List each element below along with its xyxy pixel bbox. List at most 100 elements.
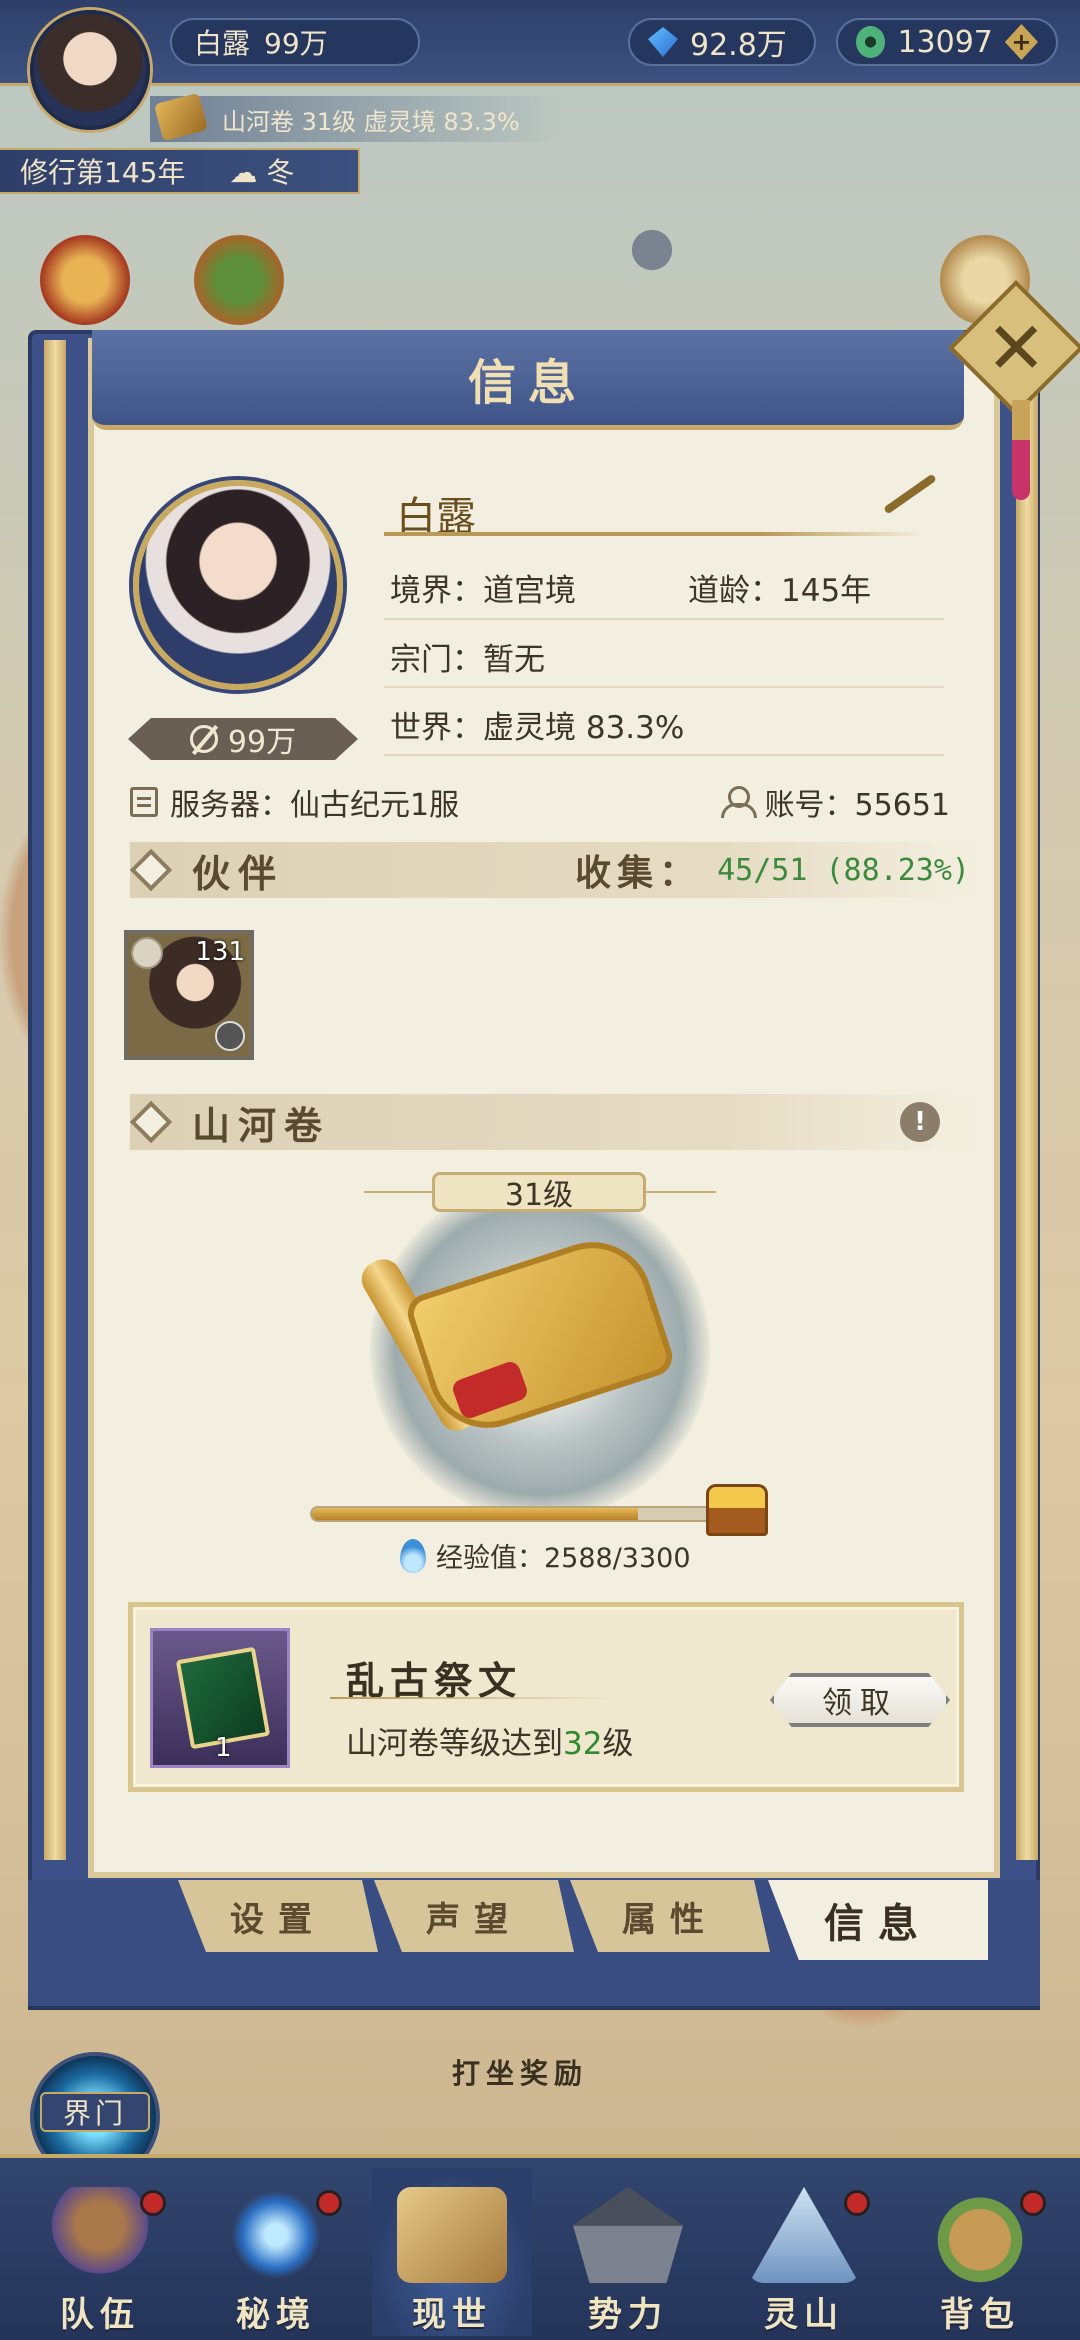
- realm-info: 境界：道宫境: [390, 565, 576, 610]
- server-account-row: 服务器：仙古纪元1服 账号：55651: [130, 780, 950, 824]
- jade-coin-icon: [856, 26, 886, 58]
- reward-desc-suffix: 级: [602, 1726, 634, 1762]
- portal-icon: [221, 2187, 331, 2283]
- partner-element-icon: [215, 1021, 245, 1051]
- gem-value: 92.8万: [690, 28, 787, 63]
- panel-header: 信息: [92, 330, 964, 430]
- account-info: 账号：55651: [719, 780, 950, 824]
- tab-settings[interactable]: 设置: [178, 1880, 378, 1952]
- info-alert-icon[interactable]: !: [900, 1102, 940, 1142]
- diamond-icon: [129, 848, 173, 892]
- notification-dot: [140, 2190, 166, 2216]
- exp-text: 经验值：2588/3300: [436, 1543, 691, 1574]
- reward-desc-level: 32: [563, 1726, 603, 1762]
- world-text: 世界：虚灵境 83.3%: [390, 710, 685, 746]
- server-info: 服务器：仙古纪元1服: [130, 780, 459, 824]
- sect-text: 宗门：暂无: [390, 642, 545, 678]
- server-list-icon: [130, 787, 158, 817]
- treasure-chest-icon[interactable]: [30, 230, 140, 330]
- realm-text: 境界：道宫境: [390, 573, 576, 609]
- nav-faction[interactable]: 势力: [548, 2168, 708, 2336]
- mountain-icon: [749, 2187, 859, 2283]
- notification-dot: [1020, 2190, 1046, 2216]
- power-value: 99万: [264, 27, 328, 60]
- cultivation-summary[interactable]: 山河卷 31级 虚灵境 83.3%: [150, 96, 570, 142]
- jade-resource[interactable]: 13097 +: [836, 18, 1058, 66]
- year-season-bar: 修行第145年 ☁ 冬: [0, 148, 360, 194]
- right-scroll-rod: [1016, 340, 1038, 1860]
- row-divider: [384, 686, 944, 688]
- reward-title-underline: [330, 1697, 620, 1699]
- partner-card[interactable]: 131: [124, 930, 254, 1060]
- level-tag-line: [646, 1191, 716, 1193]
- reward-desc-prefix: 山河卷等级达到: [346, 1726, 563, 1762]
- nav-backpack[interactable]: 背包: [900, 2168, 1060, 2336]
- name-underline: [384, 532, 924, 536]
- power-badge: 99万: [128, 718, 358, 760]
- tab-info[interactable]: 信息: [768, 1880, 988, 1960]
- notification-dot: [316, 2190, 342, 2216]
- partner-level: 131: [195, 937, 245, 967]
- scroll-title: 山河卷: [192, 1102, 331, 1148]
- account-icon: [719, 786, 757, 818]
- cultivation-summary-text: 山河卷 31级 虚灵境 83.3%: [222, 107, 520, 136]
- partners-title: 伙伴: [192, 850, 285, 896]
- server-text: 服务器：仙古纪元1服: [170, 788, 460, 823]
- gem-resource[interactable]: 92.8万: [628, 18, 816, 66]
- player-name: 白露: [194, 27, 251, 60]
- diamond-icon: [129, 1100, 173, 1144]
- nav-backpack-label: 背包: [940, 2295, 1020, 2335]
- tab-attributes[interactable]: 属性: [570, 1880, 770, 1952]
- scroll-section-header: 山河卷 !: [129, 1094, 980, 1150]
- exp-progress-bar: [310, 1506, 730, 1522]
- bag-icon: [925, 2187, 1035, 2283]
- profile-portrait: [133, 480, 343, 690]
- age-info: 道龄：145年: [688, 565, 871, 610]
- spirit-flame-icon: [400, 1538, 426, 1573]
- reward-item-slot[interactable]: 1: [150, 1628, 290, 1768]
- row-divider: [384, 618, 944, 620]
- nav-secret-realm-label: 秘境: [236, 2295, 316, 2335]
- cultivation-year: 修行第145年: [20, 156, 186, 189]
- gourd-icon[interactable]: [184, 230, 294, 330]
- nav-spirit-mountain[interactable]: 灵山: [724, 2168, 884, 2336]
- location-pin-icon[interactable]: [612, 210, 692, 290]
- jade-value: 13097: [897, 24, 993, 60]
- exp-progress-fill: [312, 1508, 639, 1520]
- nav-world-label: 现世: [412, 2295, 492, 2335]
- treasure-chest-icon[interactable]: [706, 1484, 768, 1536]
- player-avatar[interactable]: [30, 10, 150, 130]
- notification-dot: [844, 2190, 870, 2216]
- tassel-decoration: [1012, 400, 1030, 500]
- spirit-stone-icon: [648, 27, 678, 57]
- account-text: 账号：55651: [764, 788, 950, 823]
- nav-team[interactable]: 队伍: [20, 2168, 180, 2336]
- power-icon: [189, 725, 218, 753]
- team-icon: [45, 2187, 155, 2283]
- add-jade-icon[interactable]: +: [1004, 24, 1038, 60]
- nav-secret-realm[interactable]: 秘境: [196, 2168, 356, 2336]
- season-text: 冬: [266, 156, 295, 189]
- world-map-icon: [397, 2187, 507, 2283]
- collection-label: 收集：: [575, 852, 702, 894]
- season: ☁ 冬: [229, 156, 295, 189]
- partners-section-header: 伙伴 收集： 45/51 (88.23%): [129, 842, 980, 898]
- power-badge-value: 99万: [227, 725, 297, 760]
- world-info: 世界：虚灵境 83.3%: [390, 702, 684, 747]
- panel-title: 信息: [467, 354, 588, 411]
- realm-gate-label[interactable]: 界门: [40, 2092, 150, 2132]
- row-divider: [384, 754, 944, 756]
- claim-button[interactable]: 领取: [770, 1673, 950, 1727]
- collection-value: 45/51 (88.23%): [717, 852, 970, 888]
- nav-spirit-mountain-label: 灵山: [764, 2295, 844, 2335]
- reward-description: 山河卷等级达到32级: [346, 1718, 633, 1763]
- tab-reputation[interactable]: 声望: [374, 1880, 574, 1952]
- close-icon: ✕: [985, 305, 1047, 390]
- nav-team-label: 队伍: [60, 2295, 140, 2335]
- level-tag-line: [364, 1191, 434, 1193]
- player-name-pill[interactable]: 白露 99万: [170, 18, 420, 66]
- nav-world[interactable]: 现世: [372, 2168, 532, 2336]
- left-scroll-rod: [44, 340, 66, 1860]
- meditation-reward-label[interactable]: 打坐奖励: [452, 2052, 588, 2092]
- scroll-level-tag: 31级: [432, 1172, 646, 1213]
